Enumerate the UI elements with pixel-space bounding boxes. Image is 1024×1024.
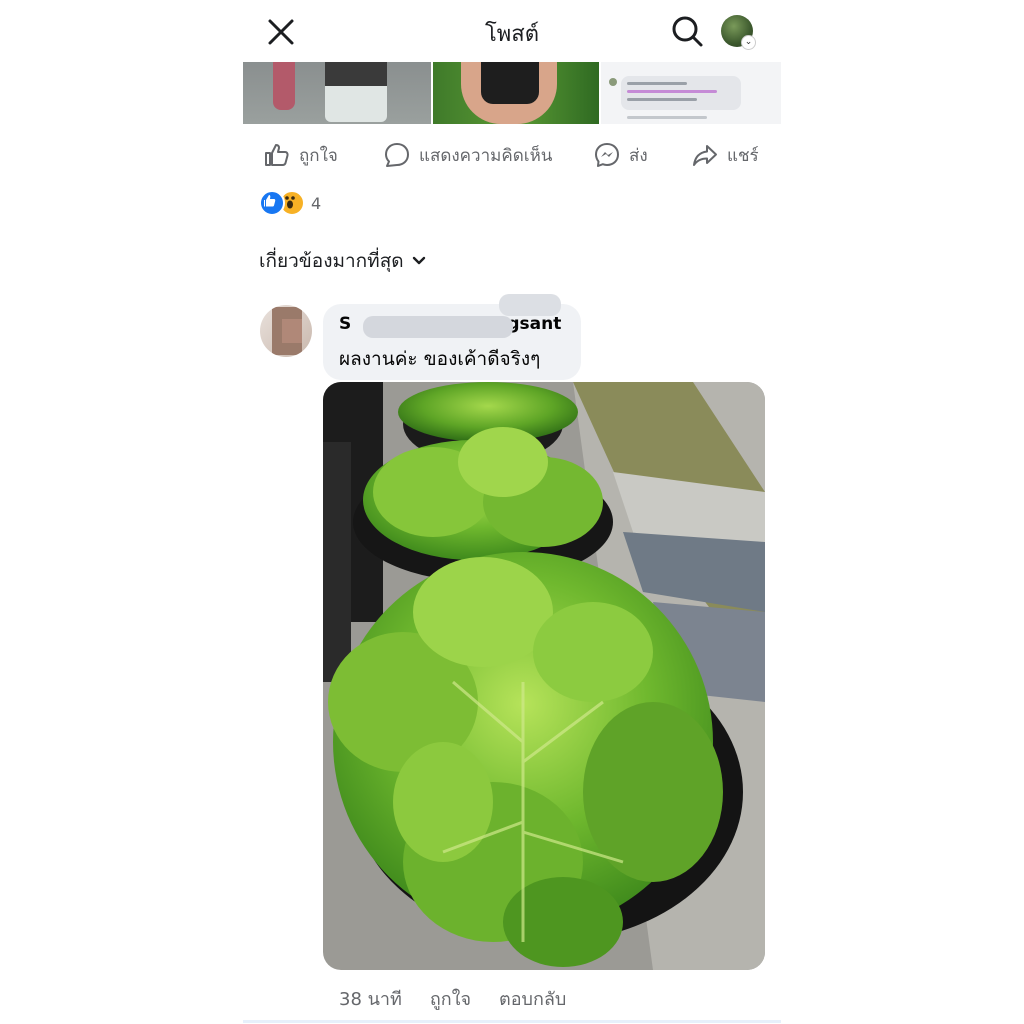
post-action-bar: ถูกใจ แสดงความคิดเห็น ส่ง แชร์ xyxy=(243,128,781,182)
reaction-count: 4 xyxy=(311,193,322,213)
thumbs-up-icon xyxy=(265,144,289,166)
name-redaction xyxy=(363,316,513,338)
post-image-1[interactable] xyxy=(243,62,431,124)
comment-sort-dropdown[interactable]: เกี่ยวข้องมากที่สุด xyxy=(259,246,426,276)
comment-text: ผลงานค่ะ ของเค้าดีจริงๆ xyxy=(339,348,541,370)
commenter-avatar[interactable] xyxy=(260,305,312,357)
name-redaction xyxy=(499,294,561,316)
post-image-3[interactable] xyxy=(601,62,781,124)
share-icon xyxy=(693,145,717,166)
profile-avatar[interactable]: ⌄ xyxy=(721,15,756,50)
post-screen: โพสต์ ⌄ ถูกใจ แสดงความคิดเห็น ส่ง แชร์ 4… xyxy=(243,0,781,1024)
like-button[interactable]: ถูกใจ xyxy=(263,140,338,170)
sort-label: เกี่ยวข้องมากที่สุด xyxy=(259,250,404,272)
post-image-strip xyxy=(243,62,781,124)
messenger-icon xyxy=(595,143,619,167)
kale-plants-image xyxy=(323,382,765,970)
header: โพสต์ ⌄ xyxy=(243,0,781,62)
chevron-down-icon xyxy=(412,256,425,265)
share-label: แชร์ xyxy=(727,145,759,166)
like-label: ถูกใจ xyxy=(299,145,338,166)
comment-reply-link[interactable]: ตอบกลับ xyxy=(499,984,566,1013)
comment-photo[interactable] xyxy=(323,382,765,970)
divider xyxy=(243,1020,781,1023)
search-icon[interactable] xyxy=(670,14,704,48)
comment-icon xyxy=(385,143,409,167)
comment-time: 38 นาที xyxy=(339,989,402,1010)
comment-label: แสดงความคิดเห็น xyxy=(419,145,553,166)
comment-meta: 38 นาที ถูกใจ ตอบกลับ xyxy=(339,984,566,1013)
like-icon xyxy=(259,190,285,216)
comment-like-link[interactable]: ถูกใจ xyxy=(430,984,471,1013)
send-button[interactable]: ส่ง xyxy=(593,140,648,170)
reaction-summary[interactable]: 4 xyxy=(259,190,321,216)
post-image-2[interactable] xyxy=(433,62,599,124)
send-label: ส่ง xyxy=(629,145,648,166)
share-button[interactable]: แชร์ xyxy=(691,140,759,170)
chevron-down-icon: ⌄ xyxy=(741,35,756,50)
comment-button[interactable]: แสดงความคิดเห็น xyxy=(383,140,552,170)
comment-bubble: Sngsant ผลงานค่ะ ของเค้าดีจริงๆ xyxy=(323,294,581,380)
